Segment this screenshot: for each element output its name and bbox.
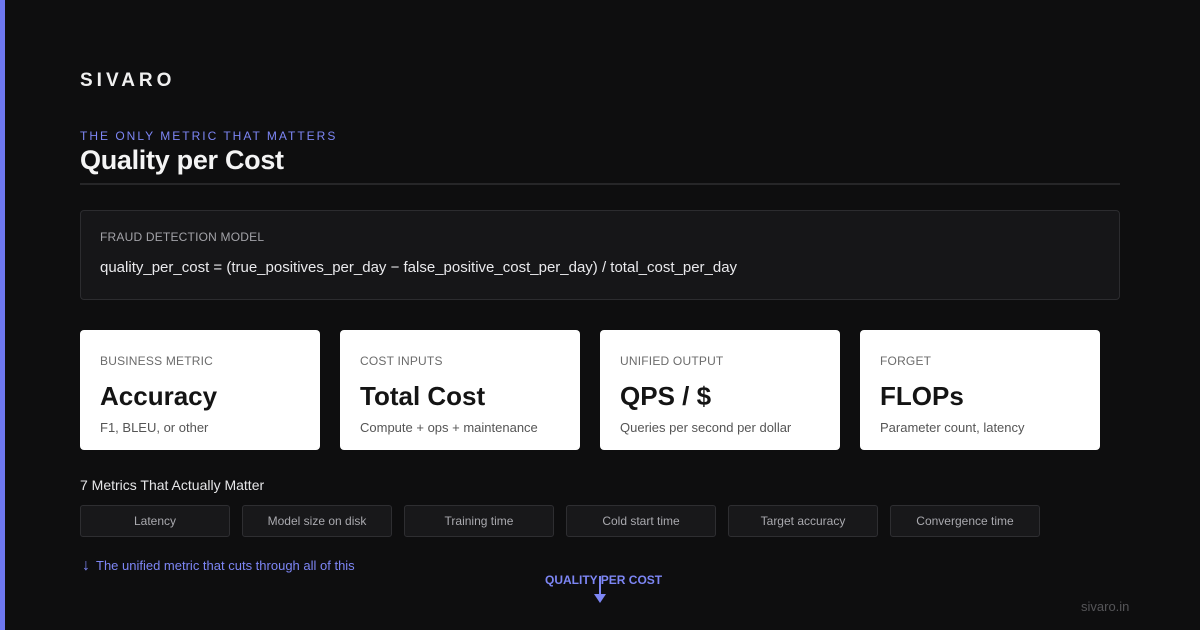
card-value: FLOPs [880, 381, 964, 411]
card-cost-inputs: COST INPUTS Total Cost Compute + ops + m… [340, 330, 580, 450]
card-unified-output: UNIFIED OUTPUT QPS / $ Queries per secon… [600, 330, 840, 450]
unified-note: ↓ The unified metric that cuts through al… [82, 557, 355, 575]
metrics-heading: 7 Metrics That Actually Matter [80, 477, 265, 493]
formula-label: FRAUD DETECTION MODEL [100, 230, 265, 244]
card-label: UNIFIED OUTPUT [620, 354, 724, 368]
card-value: QPS / $ [620, 381, 712, 411]
card-value: Total Cost [360, 381, 486, 411]
card-label: FORGET [880, 354, 932, 368]
formula-expression: quality_per_cost = (true_positives_per_d… [100, 259, 738, 276]
unified-note-text: The unified metric that cuts through all… [96, 558, 355, 573]
metric-chip-target-accuracy: Target accuracy [728, 505, 878, 537]
card-forget: FORGET FLOPs Parameter count, latency [860, 330, 1100, 450]
card-description: Parameter count, latency [880, 420, 1025, 435]
metric-chip-training-time: Training time [404, 505, 554, 537]
card-description: Queries per second per dollar [620, 420, 792, 435]
metric-chip-convergence-time: Convergence time [890, 505, 1040, 537]
brand-logo: SIVARO [80, 70, 176, 91]
card-description: Compute + ops + maintenance [360, 420, 538, 435]
card-label: BUSINESS METRIC [100, 354, 214, 368]
title-divider [80, 183, 1120, 185]
arrow-down-icon: ↓ [82, 557, 90, 574]
metric-chip-latency: Latency [80, 505, 230, 537]
metric-chip-cold-start: Cold start time [566, 505, 716, 537]
accent-bar [0, 0, 5, 630]
card-value: Accuracy [100, 381, 218, 411]
metric-chip-model-size: Model size on disk [242, 505, 392, 537]
card-business-metric: BUSINESS METRIC Accuracy F1, BLEU, or ot… [80, 330, 320, 450]
card-label: COST INPUTS [360, 354, 443, 368]
formula-box: FRAUD DETECTION MODEL quality_per_cost =… [80, 210, 1120, 300]
card-description: F1, BLEU, or other [100, 420, 209, 435]
eyebrow-text: THE ONLY METRIC THAT MATTERS [80, 129, 338, 143]
arrow-down-icon [594, 576, 606, 603]
page-title: Quality per Cost [80, 145, 284, 175]
footer-url: sivaro.in [1081, 599, 1130, 614]
